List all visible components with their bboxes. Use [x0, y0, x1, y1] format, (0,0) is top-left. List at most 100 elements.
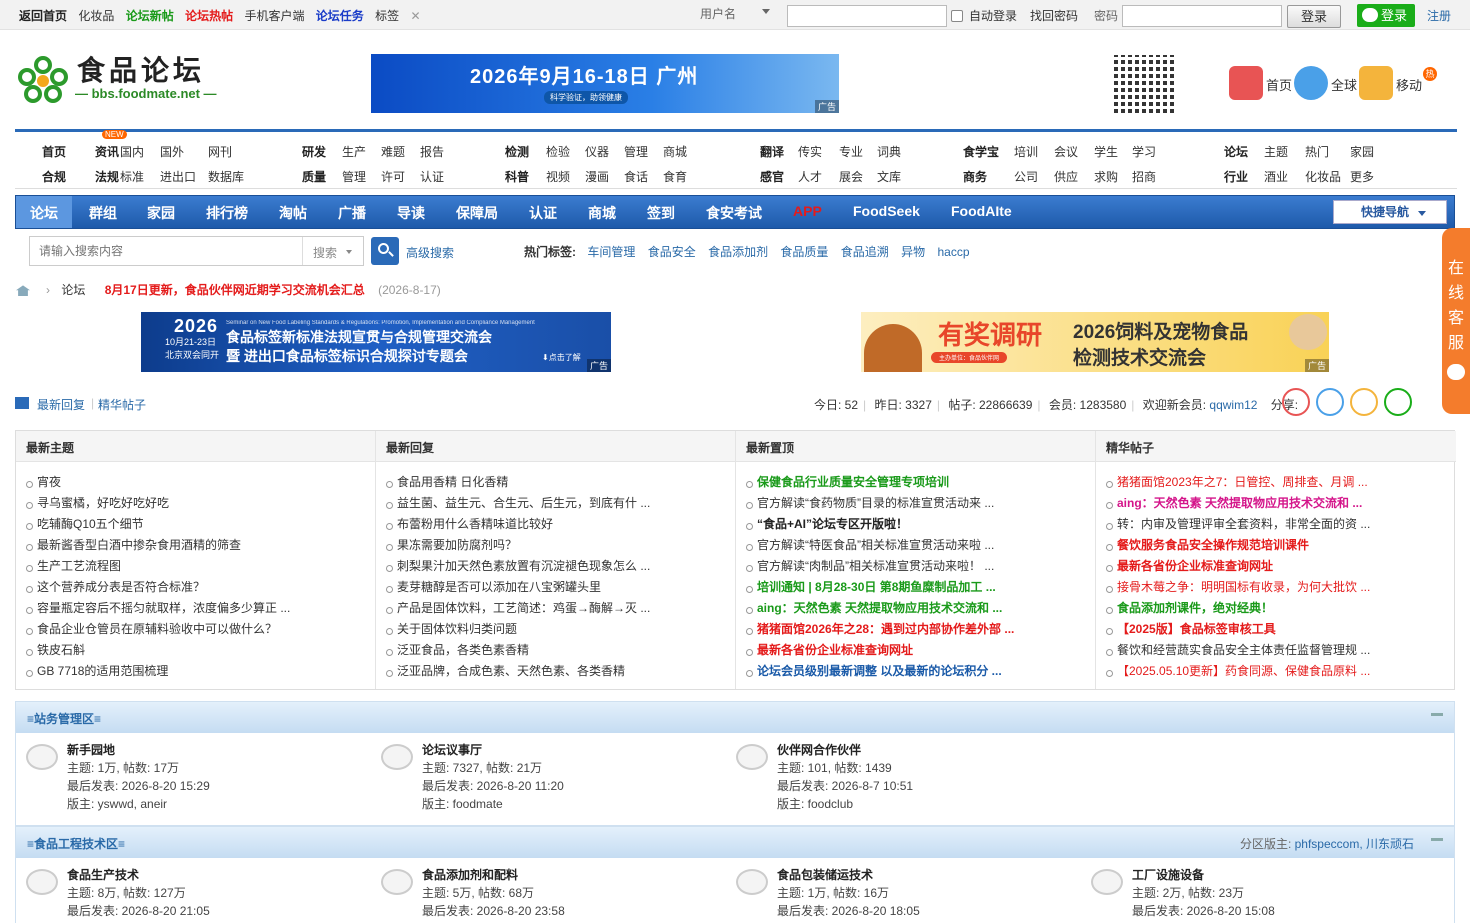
nav-link[interactable]: 感官: [760, 168, 784, 185]
post-link[interactable]: 最新各省份企业标准查询网址: [746, 640, 1014, 661]
main-nav-item[interactable]: FoodAIte: [951, 203, 1012, 219]
search-input[interactable]: [30, 237, 303, 265]
nav-link[interactable]: 报告: [420, 143, 444, 160]
nav-link[interactable]: 食学宝: [963, 143, 999, 160]
collapse-icon[interactable]: ✕: [411, 9, 421, 23]
forum-last-post[interactable]: 最后发表: 2026-8-20 18:05: [777, 902, 920, 919]
wechat-share-icon[interactable]: [1384, 388, 1412, 416]
forum-bubble-icon[interactable]: [26, 744, 58, 770]
post-link[interactable]: 猪猪面馆2023年之7：日管控、周排查、月调 ...: [1106, 472, 1370, 493]
nav-link[interactable]: 论坛: [1224, 143, 1248, 160]
wechat-login-button[interactable]: 登录: [1357, 4, 1415, 27]
hot-tag[interactable]: 食品安全: [648, 245, 696, 259]
nav-link[interactable]: 会议: [1054, 143, 1078, 160]
forum-bubble-icon[interactable]: [26, 869, 58, 895]
forum-bubble-icon[interactable]: [1091, 869, 1123, 895]
nav-link[interactable]: 食话: [624, 168, 648, 185]
nav-link[interactable]: 国外: [160, 143, 184, 160]
nav-link[interactable]: 更多: [1350, 168, 1374, 185]
nav-link[interactable]: 酒业: [1264, 168, 1288, 185]
main-nav-item[interactable]: 排行榜: [206, 203, 248, 223]
forum-last-post[interactable]: 最后发表: 2026-8-20 21:05: [67, 902, 210, 919]
nav-link[interactable]: 词典: [877, 143, 901, 160]
top-link-cosmetics[interactable]: 化妆品: [78, 9, 114, 23]
online-service-tab[interactable]: 在线客服: [1442, 228, 1470, 414]
post-link[interactable]: 餐饮服务食品安全操作规范培训课件: [1106, 535, 1370, 556]
nav-link[interactable]: 仪器: [585, 143, 609, 160]
announcement-link[interactable]: 8月17日更新，食品伙伴网近期学习交流机会汇总: [105, 283, 365, 297]
main-nav-item[interactable]: 食安考试: [706, 203, 762, 223]
post-link[interactable]: 最新酱香型白酒中掺杂食用酒精的筛查: [26, 535, 290, 556]
username-dropdown-icon[interactable]: [762, 9, 770, 18]
post-link[interactable]: 食品用香精 日化香精: [386, 472, 650, 493]
post-link[interactable]: 铁皮石斛: [26, 640, 290, 661]
nav-link[interactable]: 认证: [420, 168, 444, 185]
forum-last-post[interactable]: 最后发表: 2026-8-20 23:58: [422, 902, 565, 919]
username-input[interactable]: [787, 5, 947, 27]
forum-bubble-icon[interactable]: [736, 869, 768, 895]
nav-link[interactable]: 学生: [1094, 143, 1118, 160]
forum-bubble-icon[interactable]: [381, 744, 413, 770]
collapse-icon[interactable]: [1431, 713, 1443, 716]
hot-tag[interactable]: 异物: [901, 245, 925, 259]
label-seminar-banner-ad[interactable]: 2026 10月21-23日 北京双会同开 Seminar on New Food…: [141, 312, 611, 372]
post-link[interactable]: 关于固体饮料归类问题: [386, 619, 650, 640]
forum-last-post[interactable]: 最后发表: 2026-8-20 15:08: [1132, 902, 1275, 919]
main-nav-item[interactable]: 淘帖: [279, 203, 307, 223]
nav-link[interactable]: 许可: [381, 168, 405, 185]
pet-food-banner-ad[interactable]: 有奖调研 主办单位：食品伙伴网 2026饲料及宠物食品 检测技术交流会 广告: [861, 312, 1329, 372]
post-link[interactable]: 论坛会员级别最新调整 以及最新的论坛积分 ...: [746, 661, 1014, 682]
quick-nav-dropdown[interactable]: 快捷导航: [1333, 200, 1447, 224]
nav-link[interactable]: 检验: [546, 143, 570, 160]
home-icon[interactable]: [16, 285, 30, 297]
nav-link[interactable]: 专业: [839, 143, 863, 160]
main-nav-item[interactable]: 广播: [338, 203, 366, 223]
forum-last-post[interactable]: 最后发表: 2026-8-20 15:29: [67, 777, 210, 794]
nav-link[interactable]: 科普: [505, 168, 529, 185]
post-link[interactable]: 食品添加剂课件，绝对经典！: [1106, 598, 1370, 619]
moderators-link[interactable]: phfspeccom, 川东顽石: [1295, 837, 1414, 851]
nav-link[interactable]: 文库: [877, 168, 901, 185]
forum-name[interactable]: 伙伴网合作伙伴: [777, 741, 861, 758]
auto-login-checkbox[interactable]: [951, 10, 963, 22]
forum-name[interactable]: 食品生产技术: [67, 866, 139, 883]
digest-link[interactable]: 精华帖子: [98, 396, 146, 413]
post-link[interactable]: 最新各省份企业标准查询网址: [1106, 556, 1370, 577]
login-button[interactable]: 登录: [1287, 5, 1341, 28]
nav-link[interactable]: 资讯: [95, 143, 119, 160]
post-link[interactable]: 猪猪面馆2026年之28：遇到过内部协作差外部 ...: [746, 619, 1014, 640]
nav-link[interactable]: 行业: [1224, 168, 1248, 185]
post-link[interactable]: 生产工艺流程图: [26, 556, 290, 577]
main-nav-item[interactable]: 认证: [529, 203, 557, 223]
nav-link[interactable]: 传实: [798, 143, 822, 160]
nav-link[interactable]: 合规: [42, 168, 66, 185]
main-nav-item[interactable]: 签到: [647, 203, 675, 223]
find-password-link[interactable]: 找回密码: [1030, 7, 1078, 24]
top-link-tasks[interactable]: 论坛任务: [316, 9, 364, 23]
post-link[interactable]: 官方解读“肉制品”相关标准宣贯活动来啦！ ...: [746, 556, 1014, 577]
nav-link[interactable]: 生产: [342, 143, 366, 160]
post-link[interactable]: GB 7718的适用范围梳理: [26, 661, 290, 682]
nav-link[interactable]: 国内: [120, 143, 144, 160]
post-link[interactable]: 麦芽糖醇是否可以添加在八宝粥罐头里: [386, 577, 650, 598]
main-nav-item[interactable]: FoodSeek: [853, 203, 920, 219]
main-nav-item[interactable]: 商城: [588, 203, 616, 223]
nav-link[interactable]: 热门: [1305, 143, 1329, 160]
nav-link[interactable]: 培训: [1014, 143, 1038, 160]
post-link[interactable]: 接骨木莓之争：明明国标有收录，为何大批饮 ...: [1106, 577, 1370, 598]
hot-tag[interactable]: 食品追溯: [841, 245, 889, 259]
nav-link[interactable]: 食育: [663, 168, 687, 185]
nav-link[interactable]: 主题: [1264, 143, 1288, 160]
post-link[interactable]: 宵夜: [26, 472, 290, 493]
latest-reply-link[interactable]: 最新回复: [37, 396, 85, 413]
forum-name[interactable]: 论坛议事厅: [422, 741, 482, 758]
nav-link[interactable]: 法规: [95, 168, 119, 185]
post-link[interactable]: 刺梨果汁加天然色素放置有沉淀褪色现象怎么 ...: [386, 556, 650, 577]
top-link-hot-posts[interactable]: 论坛热帖: [185, 9, 233, 23]
nav-link[interactable]: 研发: [302, 143, 326, 160]
nav-link[interactable]: 难题: [381, 143, 405, 160]
nav-link[interactable]: 标准: [120, 168, 144, 185]
post-link[interactable]: 容量瓶定容后不摇匀就取样，浓度偏多少算正 ...: [26, 598, 290, 619]
post-link[interactable]: 保健食品行业质量安全管理专项培训: [746, 472, 1014, 493]
section-title[interactable]: ≡食品工程技术区≡: [27, 837, 125, 851]
